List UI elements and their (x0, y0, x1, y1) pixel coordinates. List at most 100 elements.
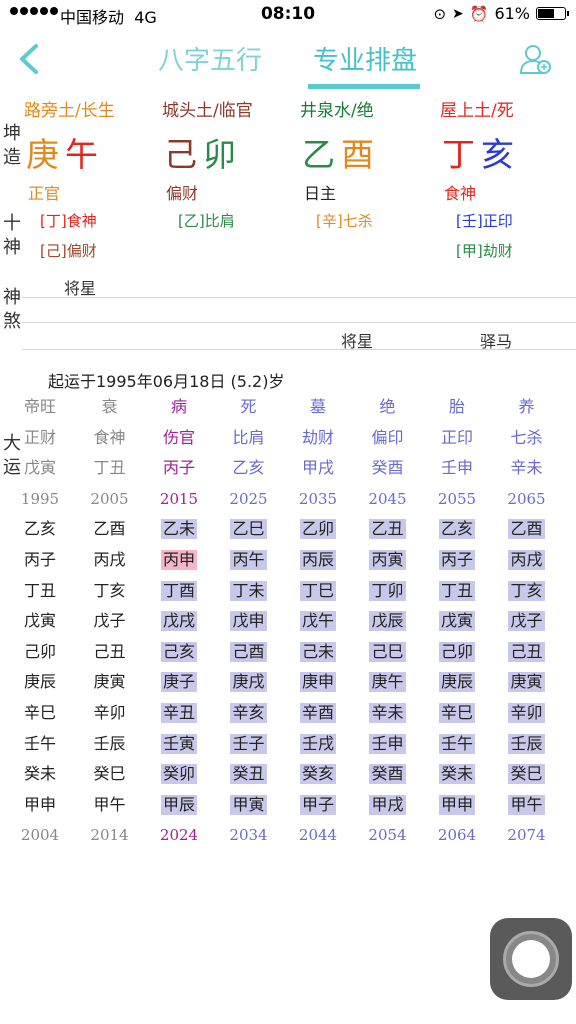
dayun-end-year: 2034 (229, 826, 268, 845)
liunian-cell[interactable]: 壬辰 (80, 729, 140, 760)
liunian-cell[interactable]: 丙戌 (80, 545, 140, 576)
liunian-cell[interactable]: 戊子 (497, 606, 557, 637)
liunian-cell[interactable]: 乙丑 (358, 514, 418, 545)
liunian-cell[interactable]: 壬午 (10, 729, 70, 760)
liunian-cell[interactable]: 丙子 (10, 545, 70, 576)
liunian-cell[interactable]: 乙酉 (497, 514, 557, 545)
liunian-cell[interactable]: 庚戌 (219, 667, 279, 698)
liunian-cell[interactable]: 丁卯 (358, 576, 418, 607)
liunian-cell[interactable]: 戊戌 (149, 606, 209, 637)
liunian-cell[interactable]: 庚申 (288, 667, 348, 698)
liunian-cell[interactable]: 丙子 (427, 545, 487, 576)
liunian-cell[interactable]: 癸亥 (288, 759, 348, 790)
liunian-cell[interactable]: 己卯 (10, 637, 70, 668)
assistive-touch-button[interactable] (490, 918, 572, 1000)
liunian-cell[interactable]: 辛卯 (497, 698, 557, 729)
liunian-cell[interactable]: 己未 (288, 637, 348, 668)
liunian-cell[interactable]: 戊辰 (358, 606, 418, 637)
liunian-cell[interactable]: 癸未 (427, 759, 487, 790)
pillar-shishen: 食神 (444, 184, 477, 203)
liunian-cell[interactable]: 壬子 (219, 729, 279, 760)
liunian-ganzhi: 壬午 (23, 733, 56, 753)
liunian-cell[interactable]: 乙卯 (288, 514, 348, 545)
liunian-cell[interactable]: 甲午 (497, 790, 557, 821)
liunian-cell[interactable]: 辛酉 (288, 698, 348, 729)
liunian-cell[interactable]: 甲寅 (219, 790, 279, 821)
liunian-cell[interactable]: 丁巳 (288, 576, 348, 607)
liunian-cell[interactable]: 己丑 (80, 637, 140, 668)
liunian-cell[interactable]: 丙申 (149, 545, 209, 576)
liunian-cell[interactable]: 乙亥 (427, 514, 487, 545)
liunian-ganzhi: 丁未 (230, 580, 267, 601)
liunian-cell[interactable]: 壬辰 (497, 729, 557, 760)
liunian-cell[interactable]: 庚辰 (10, 667, 70, 698)
liunian-cell[interactable]: 己亥 (149, 637, 209, 668)
liunian-cell[interactable]: 壬申 (358, 729, 418, 760)
liunian-cell[interactable]: 庚午 (358, 667, 418, 698)
liunian-cell[interactable]: 己酉 (219, 637, 279, 668)
liunian-cell[interactable]: 戊午 (288, 606, 348, 637)
liunian-cell[interactable]: 庚寅 (80, 667, 140, 698)
liunian-cell[interactable]: 辛未 (358, 698, 418, 729)
dayun-start-year: 2035 (298, 489, 338, 508)
liunian-cell[interactable]: 甲辰 (149, 790, 209, 821)
liunian-ganzhi: 己巳 (369, 641, 406, 662)
liunian-cell[interactable]: 丙辰 (288, 545, 348, 576)
dayun-state: 墓 (309, 397, 326, 416)
liunian-ganzhi: 甲戌 (369, 794, 406, 815)
liunian-cell[interactable]: 丙午 (219, 545, 279, 576)
user-switch-icon[interactable] (518, 42, 552, 76)
liunian-cell[interactable]: 壬午 (427, 729, 487, 760)
liunian-cell[interactable]: 甲子 (288, 790, 348, 821)
liunian-cell[interactable]: 辛巳 (10, 698, 70, 729)
liunian-cell[interactable]: 己巳 (358, 637, 418, 668)
liunian-cell[interactable]: 丁亥 (80, 576, 140, 607)
liunian-cell[interactable]: 壬戌 (288, 729, 348, 760)
location-icon: ➤ (452, 5, 464, 22)
liunian-cell[interactable]: 己丑 (497, 637, 557, 668)
liunian-cell[interactable]: 庚辰 (427, 667, 487, 698)
dayun-start-year: 2005 (90, 489, 129, 508)
liunian-cell[interactable]: 癸酉 (358, 759, 418, 790)
liunian-cell[interactable]: 乙未 (149, 514, 209, 545)
liunian-cell[interactable]: 庚寅 (497, 667, 557, 698)
liunian-cell[interactable]: 丁亥 (497, 576, 557, 607)
liunian-ganzhi: 壬辰 (508, 733, 545, 754)
liunian-cell[interactable]: 甲申 (10, 790, 70, 821)
liunian-cell[interactable]: 甲戌 (358, 790, 418, 821)
liunian-cell[interactable]: 癸未 (10, 759, 70, 790)
liunian-cell[interactable]: 戊寅 (10, 606, 70, 637)
back-arrow-icon[interactable] (14, 42, 44, 76)
liunian-cell[interactable]: 辛卯 (80, 698, 140, 729)
liunian-cell[interactable]: 辛丑 (149, 698, 209, 729)
liunian-cell[interactable]: 庚子 (149, 667, 209, 698)
liunian-cell[interactable]: 壬寅 (149, 729, 209, 760)
liunian-cell[interactable]: 丁未 (219, 576, 279, 607)
liunian-cell[interactable]: 辛巳 (427, 698, 487, 729)
tab-professional-chart[interactable]: 专业排盘 (313, 40, 417, 77)
liunian-cell[interactable]: 癸巳 (497, 759, 557, 790)
liunian-cell[interactable]: 戊寅 (427, 606, 487, 637)
liunian-cell[interactable]: 戊申 (219, 606, 279, 637)
liunian-cell[interactable]: 甲申 (427, 790, 487, 821)
liunian-cell[interactable]: 丙戌 (497, 545, 557, 576)
liunian-cell[interactable]: 癸巳 (80, 759, 140, 790)
liunian-cell[interactable]: 乙巳 (219, 514, 279, 545)
liunian-cell[interactable]: 癸丑 (219, 759, 279, 790)
tab-bazi-wuxing[interactable]: 八字五行 (158, 40, 262, 77)
liunian-cell[interactable]: 乙亥 (10, 514, 70, 545)
liunian-cell[interactable]: 己卯 (427, 637, 487, 668)
liunian-cell[interactable]: 丁酉 (149, 576, 209, 607)
liunian-ganzhi: 甲申 (438, 794, 475, 815)
liunian-cell[interactable]: 甲午 (80, 790, 140, 821)
divider (22, 297, 576, 298)
liunian-cell[interactable]: 丁丑 (427, 576, 487, 607)
liunian-cell[interactable]: 乙酉 (80, 514, 140, 545)
hidden-stem: [甲]劫财 (456, 242, 513, 260)
liunian-cell[interactable]: 丁丑 (10, 576, 70, 607)
liunian-cell[interactable]: 戊子 (80, 606, 140, 637)
liunian-cell[interactable]: 丙寅 (358, 545, 418, 576)
liunian-ganzhi: 乙巳 (230, 519, 267, 540)
liunian-cell[interactable]: 癸卯 (149, 759, 209, 790)
liunian-cell[interactable]: 辛亥 (219, 698, 279, 729)
